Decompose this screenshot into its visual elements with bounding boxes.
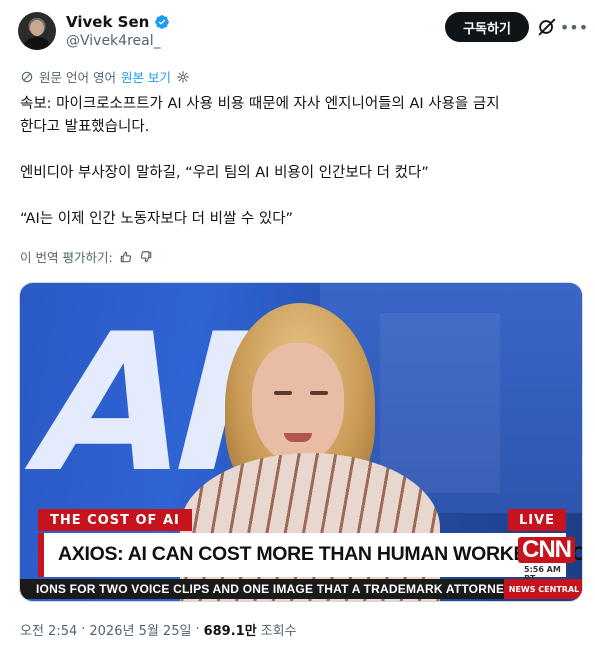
ticker-brand: NEWS CENTRAL xyxy=(504,579,582,599)
author-handle[interactable]: @Vivek4real_ xyxy=(66,33,161,49)
news-lower-third: THE COST OF AI LIVE AXIOS: AI CAN COST M… xyxy=(20,509,582,601)
tweet-line: 엔비디아 부사장이 말하길, “우리 팀의 AI 비용이 인간보다 더 컸다” xyxy=(20,165,429,181)
views-count[interactable]: 689.1만 xyxy=(204,620,257,639)
tweet-header: Vivek Sen @Vivek4real_ 구독하기 ••• xyxy=(0,0,595,60)
tweet-line: “AI는 이제 인간 노동자보다 더 비쌀 수 있다” xyxy=(20,211,294,227)
rate-translation: 이 번역 평가하기: xyxy=(20,247,153,266)
separator: · xyxy=(195,622,200,637)
author-name[interactable]: Vivek Sen xyxy=(66,13,149,31)
separator: · xyxy=(81,622,86,637)
post-date[interactable]: 2026년 5월 25일 xyxy=(89,620,191,639)
translation-language-label: 원문 언어 영어 xyxy=(39,70,116,85)
live-badge: LIVE xyxy=(508,509,566,531)
show-original-link[interactable]: 원본 보기 xyxy=(121,67,171,86)
rate-translation-label: 이 번역 평가하기: xyxy=(20,250,113,265)
gear-icon[interactable] xyxy=(176,70,190,84)
cnn-logo: CNN xyxy=(518,537,575,563)
news-ticker: IONS FOR TWO VOICE CLIPS AND ONE IMAGE T… xyxy=(20,579,582,599)
tweet-media-image[interactable]: AI THE COST OF AI LIVE AXIOS: AI CAN COS… xyxy=(19,282,583,602)
tweet-text: 속보: 마이크로소프트가 AI 사용 비용 때문에 자사 엔지니어들의 AI 사… xyxy=(20,93,580,231)
grok-icon[interactable] xyxy=(536,16,558,38)
news-topic-label: THE COST OF AI xyxy=(38,509,192,531)
tweet-line: 한다고 발표했습니다. xyxy=(20,119,150,135)
globe-icon xyxy=(21,71,33,82)
translation-info: 원문 언어 영어 원본 보기 xyxy=(20,67,190,86)
tweet-footer: 오전 2:54 · 2026년 5월 25일 · 689.1만 조회수 xyxy=(20,620,297,639)
headline-bar: AXIOS: AI CAN COST MORE THAN HUMAN WORKE… xyxy=(38,533,582,583)
verified-badge-icon xyxy=(155,15,170,29)
post-time[interactable]: 오전 2:54 xyxy=(20,620,77,639)
author-name-row: Vivek Sen xyxy=(66,13,170,31)
thumbs-down-icon[interactable] xyxy=(139,250,153,264)
tweet-line: 속보: 마이크로소프트가 AI 사용 비용 때문에 자사 엔지니어들의 AI 사… xyxy=(20,96,500,112)
avatar[interactable] xyxy=(18,12,56,50)
views-label: 조회수 xyxy=(260,624,297,639)
subscribe-button[interactable]: 구독하기 xyxy=(445,12,529,42)
more-icon[interactable]: ••• xyxy=(560,16,588,38)
thumbs-up-icon[interactable] xyxy=(119,250,133,264)
news-headline: AXIOS: AI CAN COST MORE THAN HUMAN WORKE… xyxy=(58,543,583,565)
ticker-text: IONS FOR TWO VOICE CLIPS AND ONE IMAGE T… xyxy=(36,582,568,596)
